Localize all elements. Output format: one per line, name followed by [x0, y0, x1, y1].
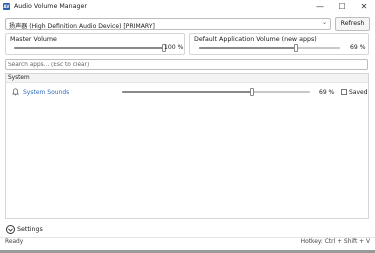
group-header-system: System	[6, 74, 368, 83]
default-app-volume-panel: Default Application Volume (new apps) 69…	[189, 33, 369, 55]
search-input[interactable]	[8, 61, 363, 69]
master-volume-fill	[14, 47, 164, 49]
app-row-system-sounds: System Sounds 69 % Saved	[6, 87, 368, 98]
app-icon: AV	[3, 3, 10, 10]
settings-label: Settings	[17, 226, 43, 233]
app-volume-fill	[122, 91, 252, 93]
refresh-button[interactable]: Refresh	[335, 17, 370, 31]
master-volume-panel: Master Volume 100 %	[5, 33, 185, 55]
close-button[interactable]: ✕	[353, 0, 375, 14]
app-volume-value: 69 %	[319, 89, 335, 96]
app-volume-slider[interactable]	[122, 88, 310, 96]
saved-checkbox[interactable]	[341, 89, 347, 95]
saved-label: Saved	[349, 89, 368, 96]
master-volume-slider[interactable]	[14, 44, 166, 52]
app-list: System System Sounds 69 % Saved	[5, 73, 369, 219]
device-dropdown[interactable]: 扬声器 (High Definition Audio Device) [PRIM…	[5, 18, 331, 30]
default-app-volume-fill	[199, 47, 297, 49]
maximize-button[interactable]: ☐	[331, 0, 353, 14]
master-volume-label: Master Volume	[10, 36, 57, 43]
default-app-volume-thumb[interactable]	[294, 44, 299, 52]
minimize-button[interactable]: —	[309, 0, 331, 14]
device-selected-label: 扬声器 (High Definition Audio Device) [PRIM…	[9, 23, 155, 30]
status-divider	[0, 237, 375, 238]
status-text: Ready	[5, 239, 24, 245]
chevron-down-icon	[6, 225, 15, 234]
title-bar: AV Audio Volume Manager — ☐ ✕	[0, 0, 375, 14]
group-title: System	[8, 75, 30, 81]
window-title: Audio Volume Manager	[14, 3, 87, 10]
app-volume-thumb[interactable]	[249, 88, 254, 96]
hotkey-text: Hotkey: Ctrl + Shift + V	[300, 239, 370, 245]
default-app-volume-slider[interactable]	[199, 44, 340, 52]
chevron-down-icon: ⌄	[321, 19, 327, 26]
default-app-volume-label: Default Application Volume (new apps)	[194, 36, 317, 43]
app-name: System Sounds	[23, 89, 70, 96]
search-box[interactable]	[5, 59, 368, 70]
default-app-volume-value: 69 %	[350, 44, 366, 51]
master-volume-value: 100 %	[164, 44, 184, 51]
bell-icon	[12, 88, 19, 96]
